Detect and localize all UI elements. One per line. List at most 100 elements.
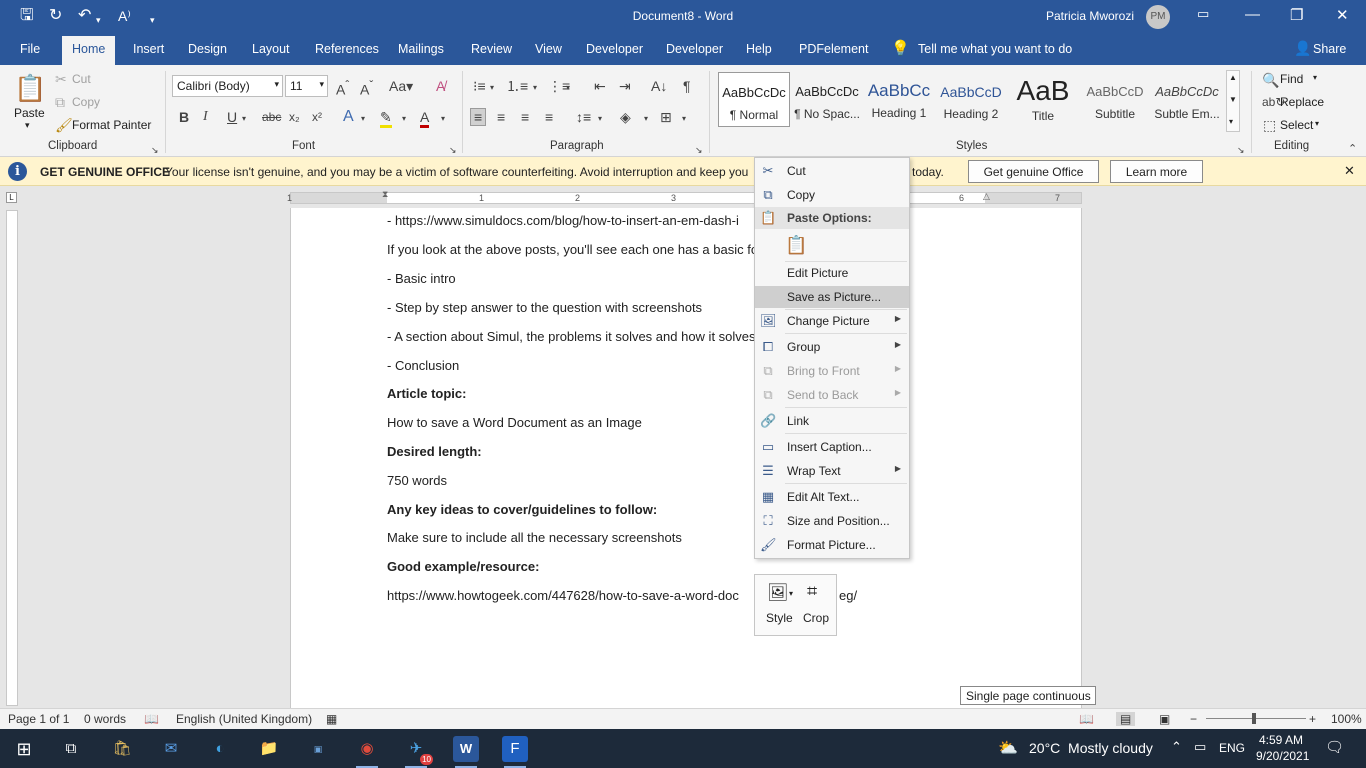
notification-center-icon[interactable]: 🗨 xyxy=(1325,738,1344,756)
style-heading-1[interactable]: AaBbCc Heading 1 xyxy=(863,72,935,127)
menu-item-save-as-picture[interactable]: Save as Picture... xyxy=(755,286,909,308)
chevron-down-icon[interactable]: ▾ xyxy=(598,111,602,127)
align-center-icon[interactable]: ≡ xyxy=(497,109,505,125)
indent-marker-icon[interactable]: ⧗ xyxy=(382,189,388,200)
show-formatting-icon[interactable]: ¶ xyxy=(683,78,691,94)
font-name-combo[interactable]: Calibri (Body) ▾ xyxy=(172,75,283,97)
restore-button[interactable]: ❐ xyxy=(1290,6,1303,24)
replace-button[interactable]: Replace xyxy=(1280,95,1324,109)
style-subtitle[interactable]: AaBbCcD Subtitle xyxy=(1079,72,1151,127)
user-name[interactable]: Patricia Mworozi xyxy=(1046,9,1134,23)
undo-icon[interactable]: ↶ xyxy=(78,7,91,25)
chevron-down-icon[interactable]: ▼ xyxy=(1229,95,1237,104)
read-mode-icon[interactable]: 📖 xyxy=(1079,712,1094,726)
weather-text[interactable]: 20°C Mostly cloudy xyxy=(1029,740,1153,756)
doc-link-tail[interactable]: eg/ xyxy=(839,588,857,603)
paste-dropdown-icon[interactable]: ▾ xyxy=(25,120,30,131)
style-normal[interactable]: AaBbCcDc ¶ Normal xyxy=(718,72,790,127)
horizontal-ruler[interactable]: 1 1 2 3 6 7 ⧗ △ xyxy=(287,189,1082,204)
copy-button[interactable]: Copy xyxy=(72,95,100,109)
menu-item-link[interactable]: 🔗 Link xyxy=(755,410,909,432)
chevron-down-icon[interactable]: ▾ xyxy=(644,111,648,127)
underline-icon[interactable]: U xyxy=(227,109,237,125)
menu-item-wrap-text[interactable]: ☰ Wrap Text ▶ xyxy=(755,460,909,482)
clock-time[interactable]: 4:59 AM xyxy=(1256,733,1306,747)
read-aloud-icon[interactable]: A⁾ xyxy=(118,7,131,25)
autosave-icon[interactable]: ↻ xyxy=(49,7,62,25)
change-case-icon[interactable]: Aa▾ xyxy=(389,78,413,94)
pdfelement-icon[interactable]: F xyxy=(502,736,528,768)
tab-design[interactable]: Design xyxy=(188,42,227,56)
menu-item-change-picture[interactable]: 🖼 Change Picture ▶ xyxy=(755,310,909,332)
chevron-down-icon[interactable]: ▾ xyxy=(566,80,570,96)
zoom-slider-thumb[interactable] xyxy=(1252,713,1256,724)
chevron-down-icon[interactable]: ▾ xyxy=(1313,73,1317,82)
tab-home[interactable]: Home xyxy=(62,36,116,65)
decrease-indent-icon[interactable]: ⇤ xyxy=(594,78,606,94)
chevron-down-icon[interactable]: ▾ xyxy=(533,80,537,96)
tab-pdfelement[interactable]: PDFelement xyxy=(799,42,868,56)
font-launcher-icon[interactable]: ↘ xyxy=(449,142,457,158)
minimize-button[interactable]: — xyxy=(1245,6,1260,23)
zoom-slider[interactable] xyxy=(1206,718,1306,719)
tab-developer[interactable]: Developer xyxy=(586,42,643,56)
superscript-icon[interactable]: x² xyxy=(312,109,322,125)
style-title[interactable]: AaB Title xyxy=(1007,72,1079,127)
menu-item-format-picture[interactable]: 🖌 Format Picture... xyxy=(755,534,909,556)
menu-item-copy[interactable]: ⧉ Copy xyxy=(755,184,909,206)
paragraph-launcher-icon[interactable]: ↘ xyxy=(695,142,703,158)
print-layout-icon[interactable]: ▤ xyxy=(1116,712,1136,726)
word-count[interactable]: 0 words xyxy=(84,712,126,726)
close-icon[interactable]: ✕ xyxy=(1344,163,1355,179)
customize-toolbar-icon[interactable]: ▾ xyxy=(150,11,155,29)
menu-item-size-position[interactable]: ⛶ Size and Position... xyxy=(755,510,909,532)
edge-icon[interactable]: ◐ xyxy=(207,736,233,762)
save-icon[interactable]: 🖫 xyxy=(20,7,34,25)
grow-font-icon[interactable]: Aˆ xyxy=(336,78,349,98)
bullets-icon[interactable]: ⁝≡ xyxy=(473,78,486,94)
menu-item-group[interactable]: ⧠ Group ▶ xyxy=(755,336,909,358)
font-size-combo[interactable]: 11 ▾ xyxy=(285,75,328,97)
zoom-out-icon[interactable]: − xyxy=(1190,712,1197,726)
document-page[interactable]: - https://www.simuldocs.com/blog/how-to-… xyxy=(290,208,1082,708)
telegram-icon[interactable]: ✈ 10 xyxy=(403,736,433,768)
tab-insert[interactable]: Insert xyxy=(133,42,164,56)
text-effects-icon[interactable]: A xyxy=(343,109,354,125)
highlight-icon[interactable]: ✎ xyxy=(380,109,392,128)
crop-icon[interactable]: ⌗ xyxy=(807,581,817,602)
strikethrough-icon[interactable]: abc xyxy=(262,109,281,125)
tab-file[interactable]: File xyxy=(20,42,40,56)
tab-layout[interactable]: Layout xyxy=(252,42,290,56)
tab-review[interactable]: Review xyxy=(471,42,512,56)
paste-keep-source-icon[interactable]: 📋 xyxy=(785,233,807,257)
menu-item-insert-caption[interactable]: ▭ Insert Caption... xyxy=(755,436,909,458)
learn-more-button[interactable]: Learn more xyxy=(1110,160,1203,183)
network-icon[interactable]: ▭ xyxy=(1194,739,1206,755)
more-styles-icon[interactable]: ▾ xyxy=(1229,117,1233,126)
tell-me-search[interactable]: Tell me what you want to do xyxy=(918,42,1072,56)
shrink-font-icon[interactable]: Aˇ xyxy=(360,78,373,98)
increase-indent-icon[interactable]: ⇥ xyxy=(619,78,631,94)
share-button[interactable]: Share xyxy=(1313,42,1346,56)
chevron-down-icon[interactable]: ▾ xyxy=(789,589,793,598)
shading-icon[interactable]: ◈ xyxy=(620,109,631,125)
style-heading-2[interactable]: AaBbCcD Heading 2 xyxy=(935,72,1007,127)
tab-selector-icon[interactable]: L xyxy=(6,192,17,203)
sort-icon[interactable]: A↓ xyxy=(651,78,667,94)
chevron-down-icon[interactable]: ▾ xyxy=(682,111,686,127)
ribbon-display-icon[interactable]: ▭ xyxy=(1197,6,1209,22)
tab-developer-2[interactable]: Developer xyxy=(666,42,723,56)
bold-icon[interactable]: B xyxy=(179,109,189,125)
align-left-icon[interactable]: ≡ xyxy=(470,108,487,126)
page-count[interactable]: Page 1 of 1 xyxy=(8,712,69,726)
justify-icon[interactable]: ≡ xyxy=(545,109,553,125)
input-language[interactable]: ENG xyxy=(1219,741,1245,755)
italic-icon[interactable]: I xyxy=(203,109,208,125)
menu-item-edit-picture[interactable]: Edit Picture xyxy=(755,262,909,284)
select-button[interactable]: Select xyxy=(1280,118,1313,132)
avatar[interactable]: PM xyxy=(1146,5,1170,29)
cut-button[interactable]: Cut xyxy=(72,72,91,86)
macro-icon[interactable]: ▦ xyxy=(326,712,337,726)
zoom-in-icon[interactable]: + xyxy=(1309,712,1316,726)
chevron-down-icon[interactable]: ▾ xyxy=(402,111,406,127)
